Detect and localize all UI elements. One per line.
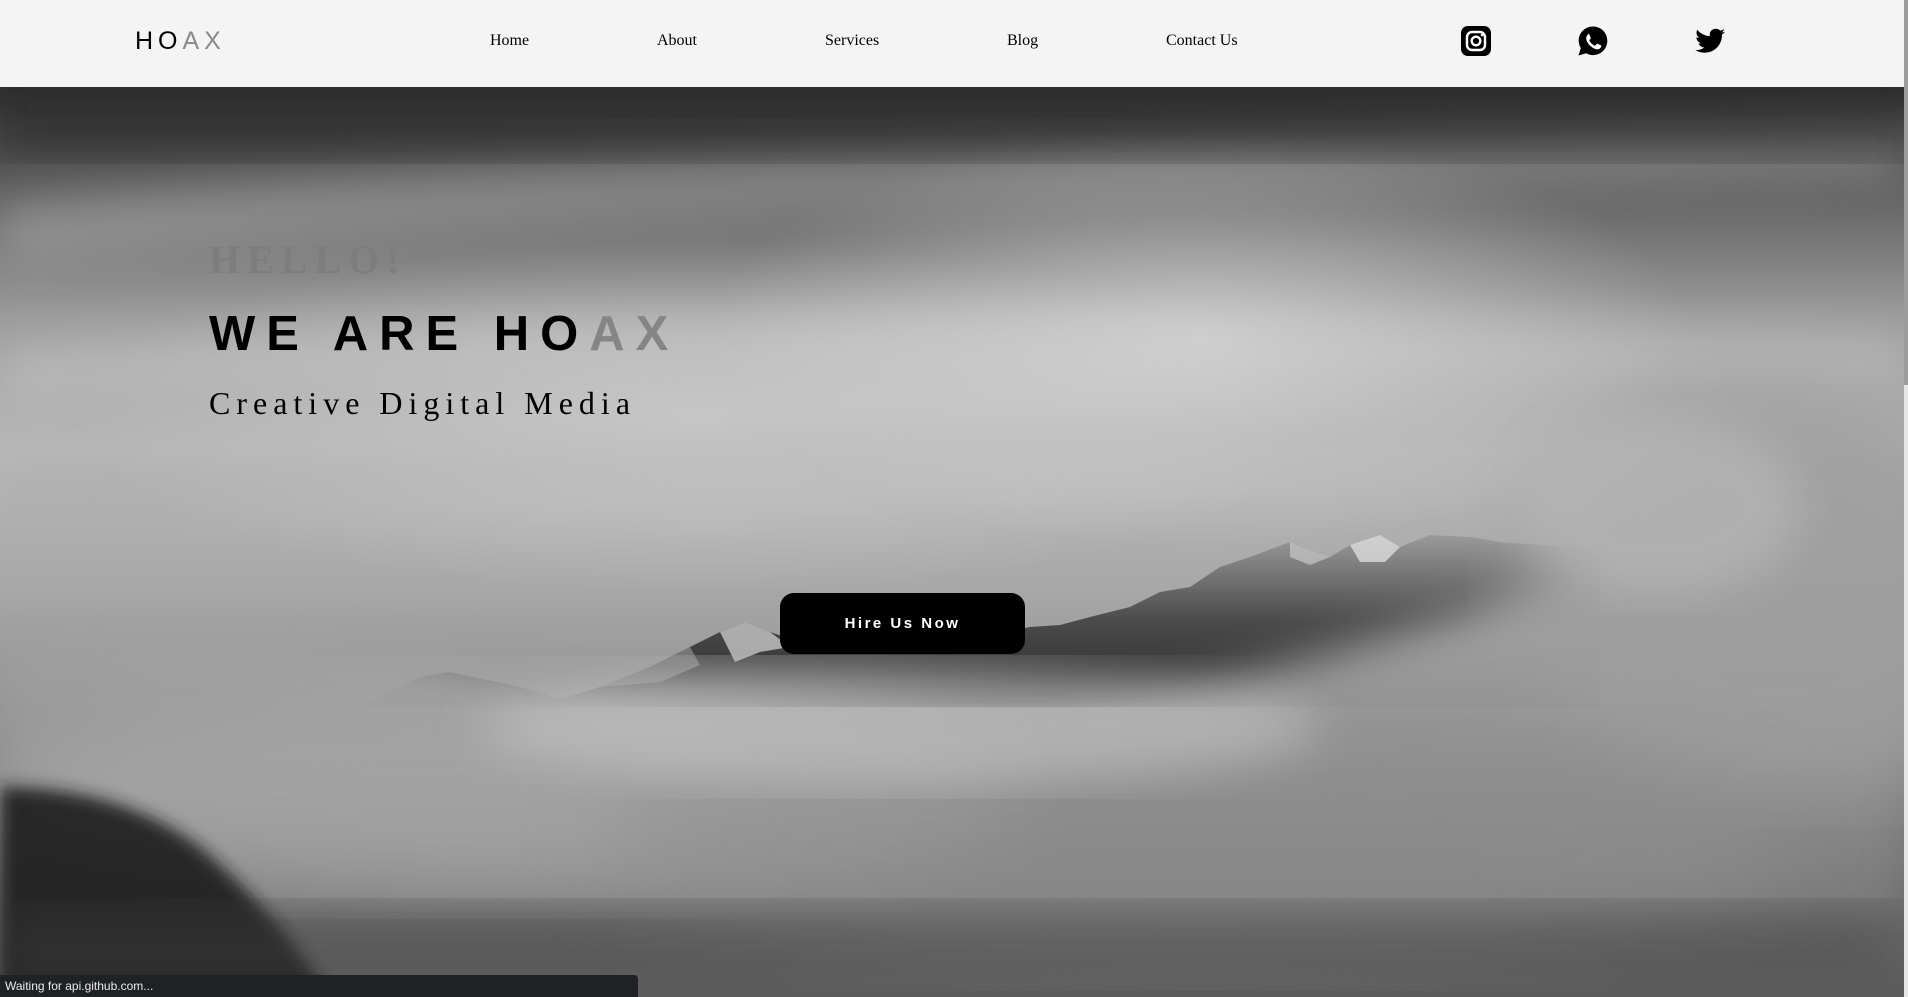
- hero-greeting: HELLO!: [209, 237, 407, 282]
- twitter-icon[interactable]: [1694, 25, 1726, 57]
- hero-headline-light: AX: [589, 307, 680, 361]
- page: HOAX Home About Services Blog Contact Us: [0, 0, 1908, 997]
- nav-about-link[interactable]: About: [657, 30, 697, 52]
- site-header: HOAX Home About Services Blog Contact Us: [0, 0, 1904, 87]
- logo[interactable]: HOAX: [135, 26, 226, 56]
- mountain-cloud-background: [0, 87, 1904, 997]
- nav-contact-link[interactable]: Contact Us: [1166, 30, 1238, 52]
- browser-status-bar: Waiting for api.github.com...: [0, 975, 638, 997]
- instagram-icon[interactable]: [1460, 25, 1492, 57]
- scrollbar-thumb[interactable]: [1904, 0, 1908, 385]
- nav-services-link[interactable]: Services: [825, 30, 879, 52]
- nav-home-link[interactable]: Home: [490, 30, 529, 52]
- hero-headline-dark: WE ARE HO: [209, 307, 590, 361]
- hire-us-button[interactable]: Hire Us Now: [780, 593, 1025, 654]
- whatsapp-icon[interactable]: [1577, 25, 1609, 57]
- hero-tagline: Creative Digital Media: [209, 385, 637, 421]
- logo-light-part: AX: [182, 27, 226, 55]
- hero-headline: WE ARE HOAX: [209, 305, 679, 363]
- logo-dark-part: HO: [135, 27, 183, 55]
- nav-blog-link[interactable]: Blog: [1007, 30, 1038, 52]
- hero-section: HELLO! WE ARE HOAX Creative Digital Medi…: [0, 87, 1904, 997]
